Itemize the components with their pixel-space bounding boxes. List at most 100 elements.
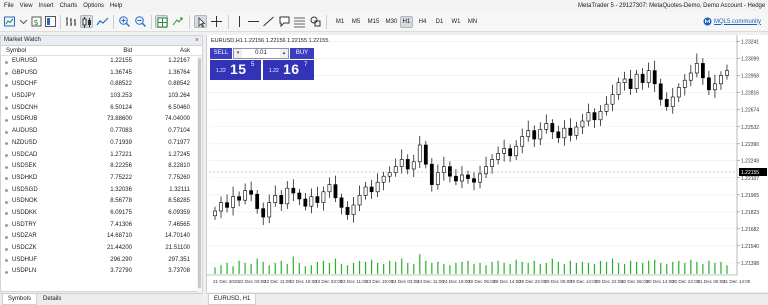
- candle-body: [285, 187, 290, 205]
- candle-body: [351, 204, 356, 215]
- timeframe-h1[interactable]: H1: [400, 16, 413, 28]
- table-row[interactable]: USDSEK 8.22256 8.22810: [1, 161, 202, 173]
- table-row[interactable]: USDHKD 7.75222 7.75260: [1, 173, 202, 185]
- table-row[interactable]: USDCNH 6.50124 6.50460: [1, 103, 202, 115]
- tab-symbols[interactable]: Symbols: [2, 294, 38, 305]
- navigator-icon[interactable]: [44, 15, 57, 28]
- mql5-community-link[interactable]: MQL5.community: [703, 17, 761, 26]
- tab-details[interactable]: Details: [38, 294, 66, 305]
- timeframe-h4[interactable]: H4: [416, 16, 429, 28]
- symbol-status-icon: [5, 259, 8, 263]
- toolbar-separator: [189, 15, 190, 29]
- candle-body: [460, 174, 464, 182]
- table-row[interactable]: USDCAD 1.27221 1.27245: [1, 150, 202, 162]
- tab-chart-eurusd[interactable]: EURUSD, H1: [208, 294, 257, 305]
- new-chart-icon[interactable]: [3, 15, 16, 28]
- lot-increase-icon[interactable]: ▴: [280, 49, 288, 58]
- menu-insert[interactable]: Insert: [36, 0, 57, 12]
- menu-options[interactable]: Options: [80, 0, 107, 12]
- buy-button[interactable]: BUY: [290, 48, 314, 59]
- menu-help[interactable]: Help: [107, 0, 125, 12]
- window-title: MetaTrader 5 - 29127307: MetaQuotes-Demo…: [578, 3, 766, 9]
- timeframe-m5[interactable]: M5: [349, 16, 363, 28]
- zoom-in-icon[interactable]: [118, 15, 131, 28]
- table-row[interactable]: USDSGD 1.32036 1.32111: [1, 185, 202, 197]
- toolbar-separator: [151, 15, 152, 29]
- table-row[interactable]: USDJPY 103.253 103.264: [1, 91, 202, 103]
- timeframe-w1[interactable]: W1: [449, 16, 463, 28]
- sell-price-sup: 5: [251, 62, 255, 68]
- vertical-line-icon[interactable]: [233, 15, 246, 28]
- table-row[interactable]: USDPLN 3.72790 3.73708: [1, 266, 202, 278]
- lot-size-value[interactable]: 0.01: [242, 49, 280, 58]
- timeframe-m30[interactable]: M30: [383, 16, 400, 28]
- bar-chart-icon[interactable]: [64, 15, 77, 28]
- cursor-icon[interactable]: [194, 15, 207, 28]
- auto-scroll-icon[interactable]: [171, 15, 184, 28]
- row-ask: 21.51100: [165, 245, 190, 251]
- scrollbar-thumb[interactable]: [198, 58, 201, 288]
- table-row[interactable]: NZDUSD 0.71939 0.71977: [1, 138, 202, 150]
- timeframe-m15[interactable]: M15: [365, 16, 382, 28]
- column-bid[interactable]: Bid: [123, 46, 132, 56]
- row-bid: 6.50124: [110, 104, 132, 111]
- table-row[interactable]: USDTRY 7.41306 7.46565: [1, 220, 202, 232]
- column-symbol[interactable]: Symbol: [6, 46, 26, 56]
- column-ask[interactable]: Ask: [180, 46, 190, 56]
- table-row[interactable]: GBPUSD 1.36745 1.36764: [1, 68, 202, 80]
- shapes-icon[interactable]: [309, 15, 322, 28]
- menu-file[interactable]: File: [0, 0, 17, 12]
- y-tick-label: 1.21398: [741, 261, 759, 267]
- candle-body: [568, 127, 573, 136]
- row-bid: 0.77083: [110, 128, 132, 135]
- buy-price[interactable]: 1.22 16 7: [263, 60, 314, 80]
- menu-view[interactable]: View: [17, 0, 36, 12]
- x-tick-label: 22 Dec 11:00: [264, 279, 291, 284]
- dropdown-arrow-icon[interactable]: [17, 15, 30, 28]
- row-bid: 7.41306: [110, 221, 132, 228]
- market-watch-icon[interactable]: $: [30, 15, 43, 28]
- market-watch-scrollbar[interactable]: [197, 56, 202, 292]
- candle-body: [664, 99, 669, 107]
- sell-button[interactable]: SELL: [210, 48, 232, 59]
- candlestick-chart-icon[interactable]: [80, 15, 93, 28]
- candle-body: [707, 77, 711, 91]
- row-ask: 1.36764: [168, 69, 190, 76]
- menu-charts[interactable]: Charts: [57, 0, 81, 12]
- candle-body: [345, 207, 350, 215]
- chart-window[interactable]: 1.23241 1.23099 1.22958 1.22816 1.22674 1.225…: [206, 35, 768, 292]
- table-row[interactable]: USDCHF 0.88522 0.88542: [1, 79, 202, 91]
- table-row[interactable]: USDCZK 21.44200 21.51100: [1, 243, 202, 255]
- table-row[interactable]: USDDKK 6.09175 6.09359: [1, 208, 202, 220]
- candle-body: [405, 159, 410, 170]
- line-chart-icon[interactable]: [96, 15, 109, 28]
- timeframe-d1[interactable]: D1: [433, 16, 446, 28]
- table-row[interactable]: AUDUSD 0.77083 0.77104: [1, 126, 202, 138]
- table-row[interactable]: USDRUB 73.88600 74.04000: [1, 114, 202, 126]
- candle-body: [526, 130, 531, 137]
- sell-price[interactable]: 1.22 15 5: [210, 60, 261, 80]
- lot-size-field[interactable]: ▾ 0.01 ▴: [233, 48, 289, 59]
- zoom-out-icon[interactable]: [134, 15, 147, 28]
- candle-body: [315, 196, 320, 203]
- lot-decrease-icon[interactable]: ▾: [234, 49, 242, 58]
- symbol-status-icon: [5, 247, 8, 251]
- symbol-status-icon: [5, 154, 8, 157]
- timeframe-m1[interactable]: M1: [333, 16, 347, 28]
- row-ask: 3.73708: [168, 268, 190, 275]
- table-row[interactable]: USDNOK 8.56778 8.58285: [1, 196, 202, 208]
- symbol-status-icon: [5, 165, 8, 169]
- horizontal-line-icon[interactable]: [247, 15, 260, 28]
- candle-body: [273, 195, 278, 203]
- text-label-icon[interactable]: [278, 15, 291, 28]
- table-row[interactable]: USDZAR 14.68710 14.70140: [1, 231, 202, 243]
- candle-body: [363, 186, 368, 196]
- close-icon[interactable]: ×: [195, 36, 199, 45]
- fibonacci-icon[interactable]: [293, 15, 306, 28]
- tile-windows-icon[interactable]: [155, 15, 168, 28]
- timeframe-mn[interactable]: MN: [465, 16, 480, 28]
- trendline-icon[interactable]: [262, 15, 275, 28]
- table-row[interactable]: EURUSD 1.22155 1.22167: [1, 56, 202, 68]
- crosshair-icon[interactable]: [210, 15, 223, 28]
- table-row[interactable]: USDHUF 296.290 297.351: [1, 255, 202, 267]
